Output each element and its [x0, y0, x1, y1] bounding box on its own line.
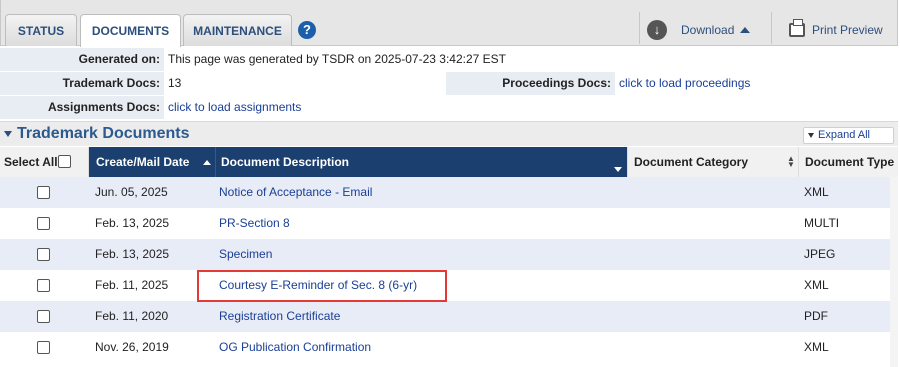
row-type: XML	[804, 340, 829, 354]
category-header-label: Document Category	[634, 155, 749, 169]
generated-value: This page was generated by TSDR on 2025-…	[164, 48, 898, 71]
row-date: Feb. 13, 2025	[95, 247, 170, 261]
row-checkbox[interactable]	[37, 186, 50, 199]
table-row: Feb. 13, 2025 PR-Section 8 MULTI	[0, 208, 890, 239]
row-description-link[interactable]: Specimen	[219, 239, 272, 270]
row-description-link[interactable]: PR-Section 8	[219, 208, 290, 239]
table-row: Feb. 11, 2020 Registration Certificate P…	[0, 301, 890, 332]
table-row: Feb. 13, 2025 Specimen JPEG	[0, 239, 890, 270]
trademark-documents-header[interactable]: Trademark Documents Expand All	[0, 121, 898, 146]
date-header-label: Create/Mail Date	[96, 155, 190, 169]
row-checkbox[interactable]	[37, 310, 50, 323]
expand-all-label: Expand All	[818, 129, 870, 141]
row-type: MULTI	[804, 216, 840, 230]
select-all-header: Select All	[0, 147, 89, 177]
table-row: Nov. 26, 2019 OG Publication Confirmatio…	[0, 332, 890, 363]
table-row: Jun. 05, 2025 Notice of Acceptance - Ema…	[0, 177, 890, 208]
section-title: Trademark Documents	[17, 125, 190, 142]
caret-up-icon	[740, 27, 751, 33]
row-type: XML	[804, 185, 829, 199]
download-arrow-icon: ↓	[647, 20, 667, 40]
toolbar-divider	[639, 12, 640, 44]
toolbar-divider	[771, 12, 772, 44]
row-date: Jun. 05, 2025	[95, 185, 168, 199]
expand-triangle-icon	[808, 132, 814, 138]
scrollbar-track[interactable]	[890, 177, 898, 367]
table-header: Select All Create/Mail Date Document Des…	[0, 147, 898, 177]
tab-documents[interactable]: DOCUMENTS	[80, 14, 181, 47]
docs-count-row: Trademark Docs: 13 Proceedings Docs: cli…	[0, 72, 898, 95]
collapse-triangle-icon[interactable]	[4, 131, 12, 137]
trademark-docs-label: Trademark Docs:	[0, 72, 164, 95]
type-column-header[interactable]: Document Type	[798, 147, 898, 177]
highlight-box	[197, 270, 447, 302]
row-date: Nov. 26, 2019	[95, 340, 169, 354]
row-type: XML	[804, 278, 829, 292]
row-date: Feb. 11, 2025	[95, 278, 169, 292]
row-checkbox[interactable]	[37, 248, 50, 261]
row-description-link[interactable]: Notice of Acceptance - Email	[219, 177, 372, 208]
category-column-header[interactable]: Document Category ▲ ▼	[627, 147, 798, 177]
help-icon[interactable]: ?	[298, 21, 316, 39]
row-description-link[interactable]: OG Publication Confirmation	[219, 332, 371, 363]
row-checkbox[interactable]	[37, 341, 50, 354]
sort-descending-icon	[614, 167, 622, 172]
generated-row: Generated on: This page was generated by…	[0, 48, 898, 71]
row-date: Feb. 11, 2020	[95, 309, 169, 323]
row-date: Feb. 13, 2025	[95, 216, 170, 230]
select-all-label: Select All	[4, 155, 58, 169]
description-header-label: Document Description	[221, 155, 350, 169]
description-column-header[interactable]: Document Description	[215, 147, 627, 177]
proceedings-docs-label: Proceedings Docs:	[446, 72, 615, 95]
date-column-header[interactable]: Create/Mail Date	[89, 147, 215, 177]
tab-bar: STATUS DOCUMENTS MAINTENANCE ? ↓ Downloa…	[0, 0, 898, 47]
select-all-checkbox[interactable]	[58, 155, 71, 168]
tab-maintenance[interactable]: MAINTENANCE	[183, 14, 292, 46]
assignments-row: Assignments Docs: click to load assignme…	[0, 96, 898, 119]
row-type: PDF	[804, 309, 828, 323]
expand-all-button[interactable]: Expand All	[803, 127, 894, 144]
sort-ascending-icon	[203, 160, 211, 165]
row-checkbox[interactable]	[37, 217, 50, 230]
load-assignments-link[interactable]: click to load assignments	[164, 96, 898, 119]
type-header-label: Document Type	[805, 155, 895, 169]
sort-toggle-icon: ▲ ▼	[787, 154, 795, 169]
print-preview-button[interactable]: Print Preview	[789, 18, 883, 42]
assignments-docs-label: Assignments Docs:	[0, 96, 164, 119]
trademark-docs-value: 13	[164, 72, 446, 95]
load-proceedings-link[interactable]: click to load proceedings	[615, 72, 898, 95]
printer-icon	[789, 19, 805, 37]
row-description-link[interactable]: Registration Certificate	[219, 301, 340, 332]
row-type: JPEG	[804, 247, 836, 261]
print-preview-label: Print Preview	[812, 23, 883, 37]
row-checkbox[interactable]	[37, 279, 50, 292]
download-button[interactable]: ↓ Download	[647, 18, 751, 42]
tab-status[interactable]: STATUS	[5, 14, 77, 46]
download-label: Download	[681, 23, 735, 37]
generated-label: Generated on:	[0, 48, 164, 71]
